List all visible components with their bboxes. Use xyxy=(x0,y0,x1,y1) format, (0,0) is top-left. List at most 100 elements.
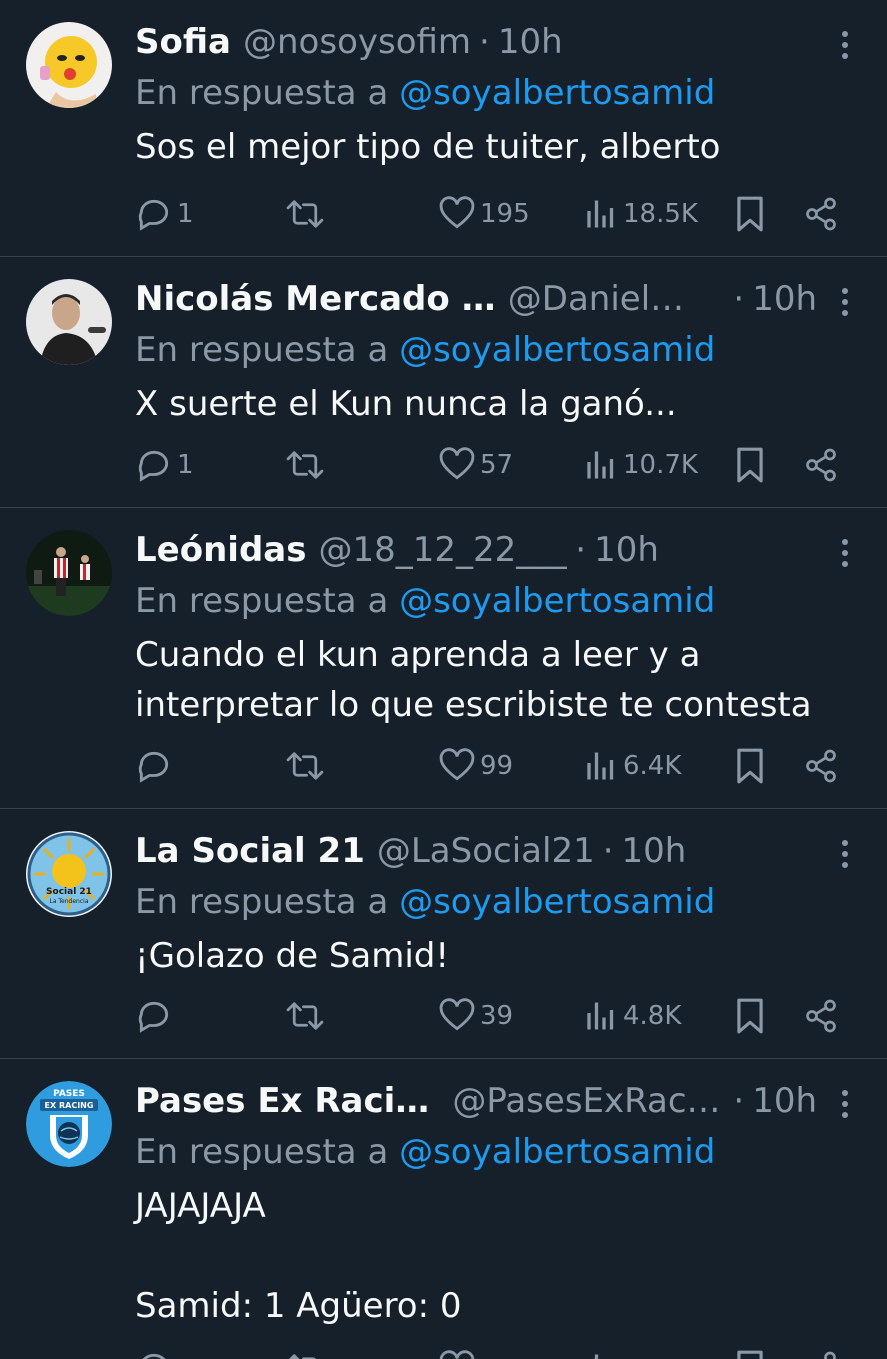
reply-mention-link[interactable]: @soyalbertosamid xyxy=(399,73,715,113)
retweet-button[interactable] xyxy=(285,994,329,1038)
tweet-header: La Social 21 @LaSocial21 · 10h xyxy=(135,823,817,879)
author-name[interactable]: Nicolás Mercado ... xyxy=(135,271,496,327)
author-handle[interactable]: @DanielM... xyxy=(508,271,710,327)
like-count: 195 xyxy=(480,199,530,229)
reply-mention-link[interactable]: @soyalbertosamid xyxy=(399,581,715,621)
more-options-button[interactable] xyxy=(833,536,857,570)
view-count: 4.8K xyxy=(623,1001,682,1031)
reply-prefix: En respuesta a xyxy=(135,581,400,621)
tweet[interactable]: Nicolás Mercado ... @DanielM... · 10h En… xyxy=(0,257,887,508)
heart-icon xyxy=(439,998,475,1031)
author-name[interactable]: Leónidas xyxy=(135,522,306,578)
reply-mention-link[interactable]: @soyalbertosamid xyxy=(399,330,715,370)
separator: · xyxy=(575,530,587,570)
tweet-text: ¡Golazo de Samid! xyxy=(135,936,450,976)
timestamp[interactable]: 10h xyxy=(498,14,563,70)
bookmark-button[interactable] xyxy=(733,443,767,487)
share-icon xyxy=(806,448,836,482)
reply-context: En respuesta a @soyalbertosamid xyxy=(135,879,715,925)
author-handle[interactable]: @18_12_22___ xyxy=(318,522,567,578)
reply-count: 1 xyxy=(177,199,194,229)
analytics-icon xyxy=(587,1002,614,1030)
share-button[interactable] xyxy=(803,994,839,1038)
author-handle[interactable]: @PasesExRaci... xyxy=(452,1073,725,1129)
share-button[interactable] xyxy=(803,192,839,236)
separator: · xyxy=(479,22,490,62)
more-options-button[interactable] xyxy=(833,1087,857,1121)
views-button[interactable]: 6.4K xyxy=(583,744,681,788)
view-count: 18.5K xyxy=(623,199,698,229)
author-name[interactable]: Pases Ex Racing xyxy=(135,1073,440,1129)
share-button[interactable] xyxy=(803,443,839,487)
like-count: 57 xyxy=(480,450,514,480)
timestamp[interactable]: 10h xyxy=(594,522,659,578)
author-name[interactable]: La Social 21 xyxy=(135,823,365,879)
author-handle[interactable]: @nosoysofim xyxy=(243,14,471,70)
tweet[interactable]: Social 21 La Tendencia La Social 21 @LaS… xyxy=(0,809,887,1059)
more-options-button[interactable] xyxy=(833,837,857,871)
retweet-button[interactable] xyxy=(285,744,329,788)
views-button[interactable] xyxy=(583,1346,619,1359)
avatar[interactable]: PASES EX RACING xyxy=(26,1081,112,1167)
views-button[interactable]: 18.5K xyxy=(583,192,698,236)
retweet-button[interactable] xyxy=(285,443,329,487)
reply-icon xyxy=(138,1001,169,1033)
more-options-button[interactable] xyxy=(833,28,857,62)
bookmark-button[interactable] xyxy=(733,192,767,236)
reply-mention-link[interactable]: @soyalbertosamid xyxy=(399,882,715,922)
like-button[interactable]: 39 xyxy=(438,994,513,1038)
like-button[interactable]: 99 xyxy=(438,744,513,788)
timestamp[interactable]: 10h xyxy=(752,271,817,327)
views-button[interactable]: 4.8K xyxy=(583,994,681,1038)
reply-icon xyxy=(142,1353,166,1359)
timestamp[interactable]: 10h xyxy=(622,823,687,879)
like-button[interactable] xyxy=(438,1346,476,1359)
like-button[interactable]: 57 xyxy=(438,443,513,487)
reply-button[interactable]: 1 xyxy=(135,192,194,236)
more-vertical-icon xyxy=(842,31,848,59)
author-name[interactable]: Sofia xyxy=(135,14,231,70)
avatar[interactable]: Social 21 La Tendencia xyxy=(26,831,112,917)
reply-icon xyxy=(138,751,169,783)
views-button[interactable]: 10.7K xyxy=(583,443,698,487)
avatar-logo-subtext: EX RACING xyxy=(45,1101,94,1110)
like-button[interactable]: 195 xyxy=(438,192,530,236)
bookmark-button[interactable] xyxy=(733,744,767,788)
tweet[interactable]: Sofia @nosoysofim · 10h En respuesta a @… xyxy=(0,0,887,257)
action-bar xyxy=(135,1346,847,1359)
like-count: 39 xyxy=(480,1001,514,1031)
author-handle[interactable]: @LaSocial21 xyxy=(377,823,595,879)
retweet-button[interactable] xyxy=(285,1346,325,1359)
reply-button[interactable] xyxy=(135,994,177,1038)
action-bar: 99 6.4K xyxy=(135,744,847,788)
bookmark-button[interactable] xyxy=(733,1346,767,1359)
analytics-icon xyxy=(594,1354,599,1359)
more-options-button[interactable] xyxy=(833,285,857,319)
retweet-button[interactable] xyxy=(285,192,329,236)
reply-button[interactable]: 1 xyxy=(135,443,194,487)
reply-context: En respuesta a @soyalbertosamid xyxy=(135,578,715,624)
share-button[interactable] xyxy=(803,744,839,788)
tweet[interactable]: Leónidas @18_12_22___ · 10h En respuesta… xyxy=(0,508,887,809)
like-count: 99 xyxy=(480,751,514,781)
sun-logo-avatar-icon: Social 21 La Tendencia xyxy=(26,831,112,917)
retweet-icon xyxy=(286,752,324,780)
tweet[interactable]: PASES EX RACING Pases Ex Racing @PasesEx… xyxy=(0,1059,887,1359)
reply-mention-link[interactable]: @soyalbertosamid xyxy=(399,1132,715,1172)
reply-count: 1 xyxy=(177,450,194,480)
analytics-icon xyxy=(587,451,614,479)
tweet-text: Cuando el kun aprenda a leer y a interpr… xyxy=(135,635,812,725)
tweet-header: Nicolás Mercado ... @DanielM... · 10h xyxy=(135,271,817,327)
bookmark-icon xyxy=(737,748,763,784)
avatar[interactable] xyxy=(26,22,112,108)
share-icon xyxy=(806,197,836,231)
avatar-logo-text: Social 21 xyxy=(46,887,92,897)
bookmark-button[interactable] xyxy=(733,994,767,1038)
reply-button[interactable] xyxy=(135,744,177,788)
timestamp[interactable]: 10h xyxy=(752,1073,817,1129)
more-vertical-icon xyxy=(842,288,848,316)
avatar[interactable] xyxy=(26,530,112,616)
reply-button[interactable] xyxy=(135,1346,173,1359)
avatar[interactable] xyxy=(26,279,112,365)
share-button[interactable] xyxy=(803,1346,839,1359)
